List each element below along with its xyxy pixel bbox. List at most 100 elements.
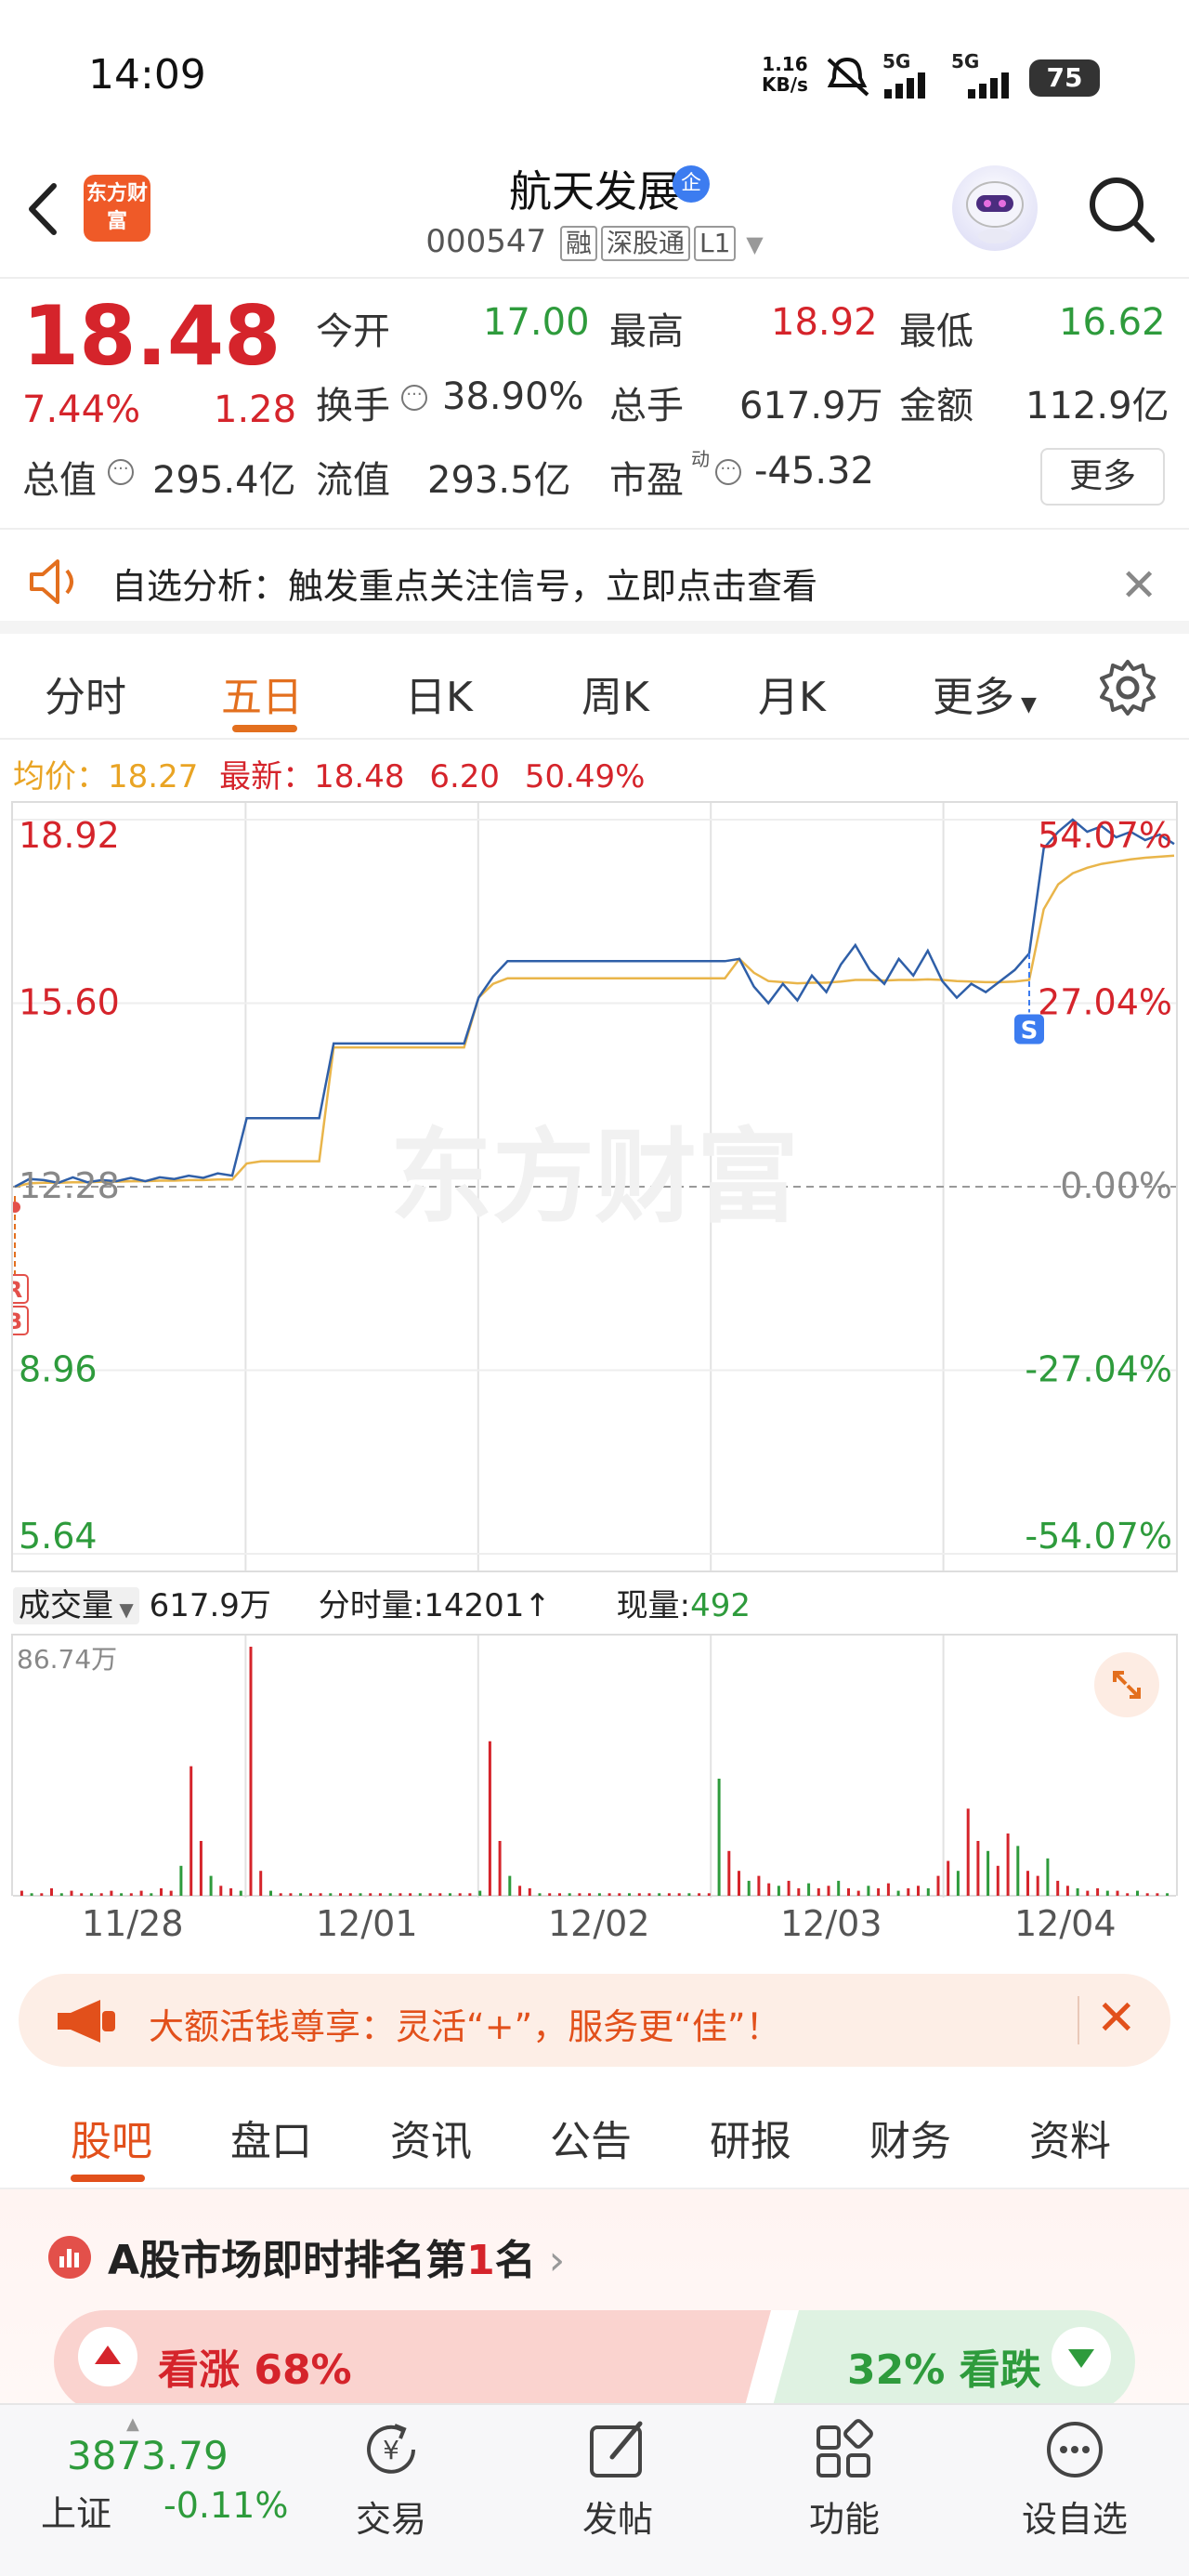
info-dots-icon[interactable]: ··· <box>715 459 741 485</box>
nav-functions[interactable]: 功能 <box>765 2416 923 2542</box>
caret-up-icon: ▲ <box>126 2414 139 2434</box>
info-dots-icon[interactable]: ··· <box>108 459 134 485</box>
open-label: 今开 <box>316 310 390 353</box>
nav-add-watchlist[interactable]: 设自选 <box>996 2416 1154 2542</box>
price-chart-svg: 东方财富 18.92 15.60 12.28 8.96 5.64 54.07% 27.04% 0… <box>0 803 1176 1571</box>
bear-vote-button[interactable] <box>1052 2327 1111 2386</box>
vote-divider <box>743 2310 799 2412</box>
open-value: 17.00 <box>483 301 590 344</box>
latest-value: 18.48 <box>314 758 405 795</box>
tab-announcements[interactable]: 公告 <box>550 2108 632 2167</box>
index-value[interactable]: 3873.79 <box>67 2433 229 2478</box>
volume-header: 成交量 ▼ 617.9万 分时量:14201↑ 现量:492 <box>13 1580 751 1626</box>
turnover-value: 38.90% <box>442 375 584 418</box>
nav-trade[interactable]: ¥ 交易 <box>312 2416 470 2542</box>
last-price: 18.48 <box>22 288 281 384</box>
tab-research[interactable]: 研报 <box>710 2108 791 2167</box>
volume-indicator-select[interactable]: 成交量 ▼ <box>13 1587 139 1624</box>
tab-five-day[interactable]: 五日 <box>221 664 303 723</box>
close-icon[interactable]: ✕ <box>1120 559 1157 611</box>
bull-label: 看涨 68% <box>158 2346 352 2394</box>
bottom-nav: ▲ 3873.79 上证 -0.11% ¥ 交易 发帖 功能 设自选 <box>0 2403 1189 2576</box>
five-day-price-chart[interactable]: 东方财富 18.92 15.60 12.28 8.96 5.64 54.07% 27.04% 0… <box>0 801 1178 1572</box>
info-dots-icon[interactable]: ··· <box>401 385 427 411</box>
y-axis-label-left: 15.60 <box>19 982 120 1023</box>
close-icon[interactable]: ✕ <box>1096 1991 1137 2046</box>
y-axis-label-right: 27.04% <box>1038 982 1172 1023</box>
triangle-up-icon <box>95 2346 121 2364</box>
promo-text: 大额活钱尊享：灵活“+”，服务更“佳”！ <box>149 2006 781 2047</box>
index-name: 上证 <box>41 2493 112 2534</box>
market-rank-section: A股市场即时排名第1名 › 看涨 68% 32% 看跌 <box>0 2189 1189 2412</box>
tab-weekly-k[interactable]: 周K <box>581 664 649 723</box>
trade-icon: ¥ <box>367 2424 415 2474</box>
edit-icon <box>590 2421 643 2477</box>
date-label: 12/04 <box>1014 1903 1117 1944</box>
marker-label: R <box>13 1277 22 1303</box>
signal-1-icon <box>884 72 925 99</box>
marker-label: S <box>1021 1018 1039 1045</box>
date-label: 12/02 <box>548 1903 650 1944</box>
volume-total: 617.9万 <box>149 1587 271 1624</box>
bull-vote-button[interactable] <box>78 2327 137 2386</box>
amount-label: 金额 <box>899 385 973 427</box>
y-axis-label-left: 8.96 <box>19 1349 98 1390</box>
search-icon[interactable] <box>1083 171 1157 245</box>
latest-label: 最新： <box>219 758 315 795</box>
turnover-label: 换手 <box>316 385 390 427</box>
amount-value: 112.9亿 <box>1026 385 1169 427</box>
nav-post[interactable]: 发帖 <box>539 2416 697 2542</box>
signal-1-label: 5G <box>882 50 911 72</box>
date-label: 11/28 <box>82 1903 184 1944</box>
pe-value: -45.32 <box>754 450 874 493</box>
tab-intraday[interactable]: 分时 <box>45 664 126 723</box>
promo-divider <box>1078 1996 1079 2044</box>
bar-chart-icon <box>48 2236 91 2279</box>
avg-value: 18.27 <box>108 758 199 795</box>
grid-icon <box>817 2419 873 2477</box>
notice-text: 自选分析：触发重点关注信号，立即点击查看 <box>111 566 818 607</box>
market-cap-value: 295.4亿 <box>152 459 296 502</box>
tab-finance[interactable]: 财务 <box>869 2108 951 2167</box>
tab-order-book[interactable]: 盘口 <box>230 2108 312 2167</box>
more-circle-icon <box>1047 2422 1103 2477</box>
tab-news[interactable]: 资讯 <box>390 2108 472 2167</box>
svg-text:¥: ¥ <box>383 2435 399 2465</box>
robot-icon <box>966 181 1024 243</box>
triangle-down-icon <box>1068 2349 1094 2368</box>
quote-panel: 18.48 7.44% 1.28 今开 17.00 最高 18.92 最低 16… <box>0 279 1189 530</box>
signal-2-label: 5G <box>951 50 980 72</box>
info-tabs: 股吧 盘口 资讯 公告 研报 财务 资料 <box>0 2085 1189 2189</box>
volume-chart[interactable] <box>11 1634 1178 1898</box>
promo-banner[interactable]: 大额活钱尊享：灵活“+”，服务更“佳”！ ✕ <box>19 1974 1170 2067</box>
gear-icon[interactable] <box>1098 658 1157 717</box>
assistant-robot-avatar[interactable] <box>952 165 1038 251</box>
float-cap-label: 流值 <box>316 459 390 502</box>
more-quote-button[interactable]: 更多 <box>1040 448 1165 506</box>
y-axis-label-right: -54.07% <box>1025 1516 1172 1557</box>
y-axis-label-left: 18.92 <box>19 815 120 856</box>
volume-max-label: 86.74万 <box>17 1644 118 1675</box>
market-rank-link[interactable]: A股市场即时排名第1名 › <box>108 2227 565 2286</box>
net-speed-unit: KB/s <box>762 73 808 96</box>
enterprise-badge: 企 <box>673 165 710 203</box>
tab-forum[interactable]: 股吧 <box>71 2108 152 2167</box>
marker-label: B <box>13 1308 22 1334</box>
tab-more[interactable]: 更多 ▼ <box>933 664 1037 723</box>
battery-indicator: 75 <box>1029 59 1100 97</box>
tag-connect: 深股通 <box>600 226 690 261</box>
rank-number: 1 <box>466 2237 495 2284</box>
pe-label: 市盈 <box>609 459 684 502</box>
change-percent: 7.44% <box>22 388 141 431</box>
low-label: 最低 <box>899 310 973 353</box>
tab-daily-k[interactable]: 日K <box>405 664 473 723</box>
tab-profile[interactable]: 资料 <box>1029 2108 1111 2167</box>
expand-chart-button[interactable] <box>1094 1652 1159 1717</box>
speaker-icon <box>30 559 73 604</box>
tab-monthly-k[interactable]: 月K <box>758 664 826 723</box>
avg-label: 均价： <box>13 758 108 795</box>
up-arrow-icon: ↑ <box>524 1587 551 1624</box>
megaphone-icon <box>58 2000 115 2043</box>
chevron-right-icon: › <box>535 2237 566 2284</box>
notice-bar[interactable]: 自选分析：触发重点关注信号，立即点击查看 ✕ <box>0 532 1189 634</box>
